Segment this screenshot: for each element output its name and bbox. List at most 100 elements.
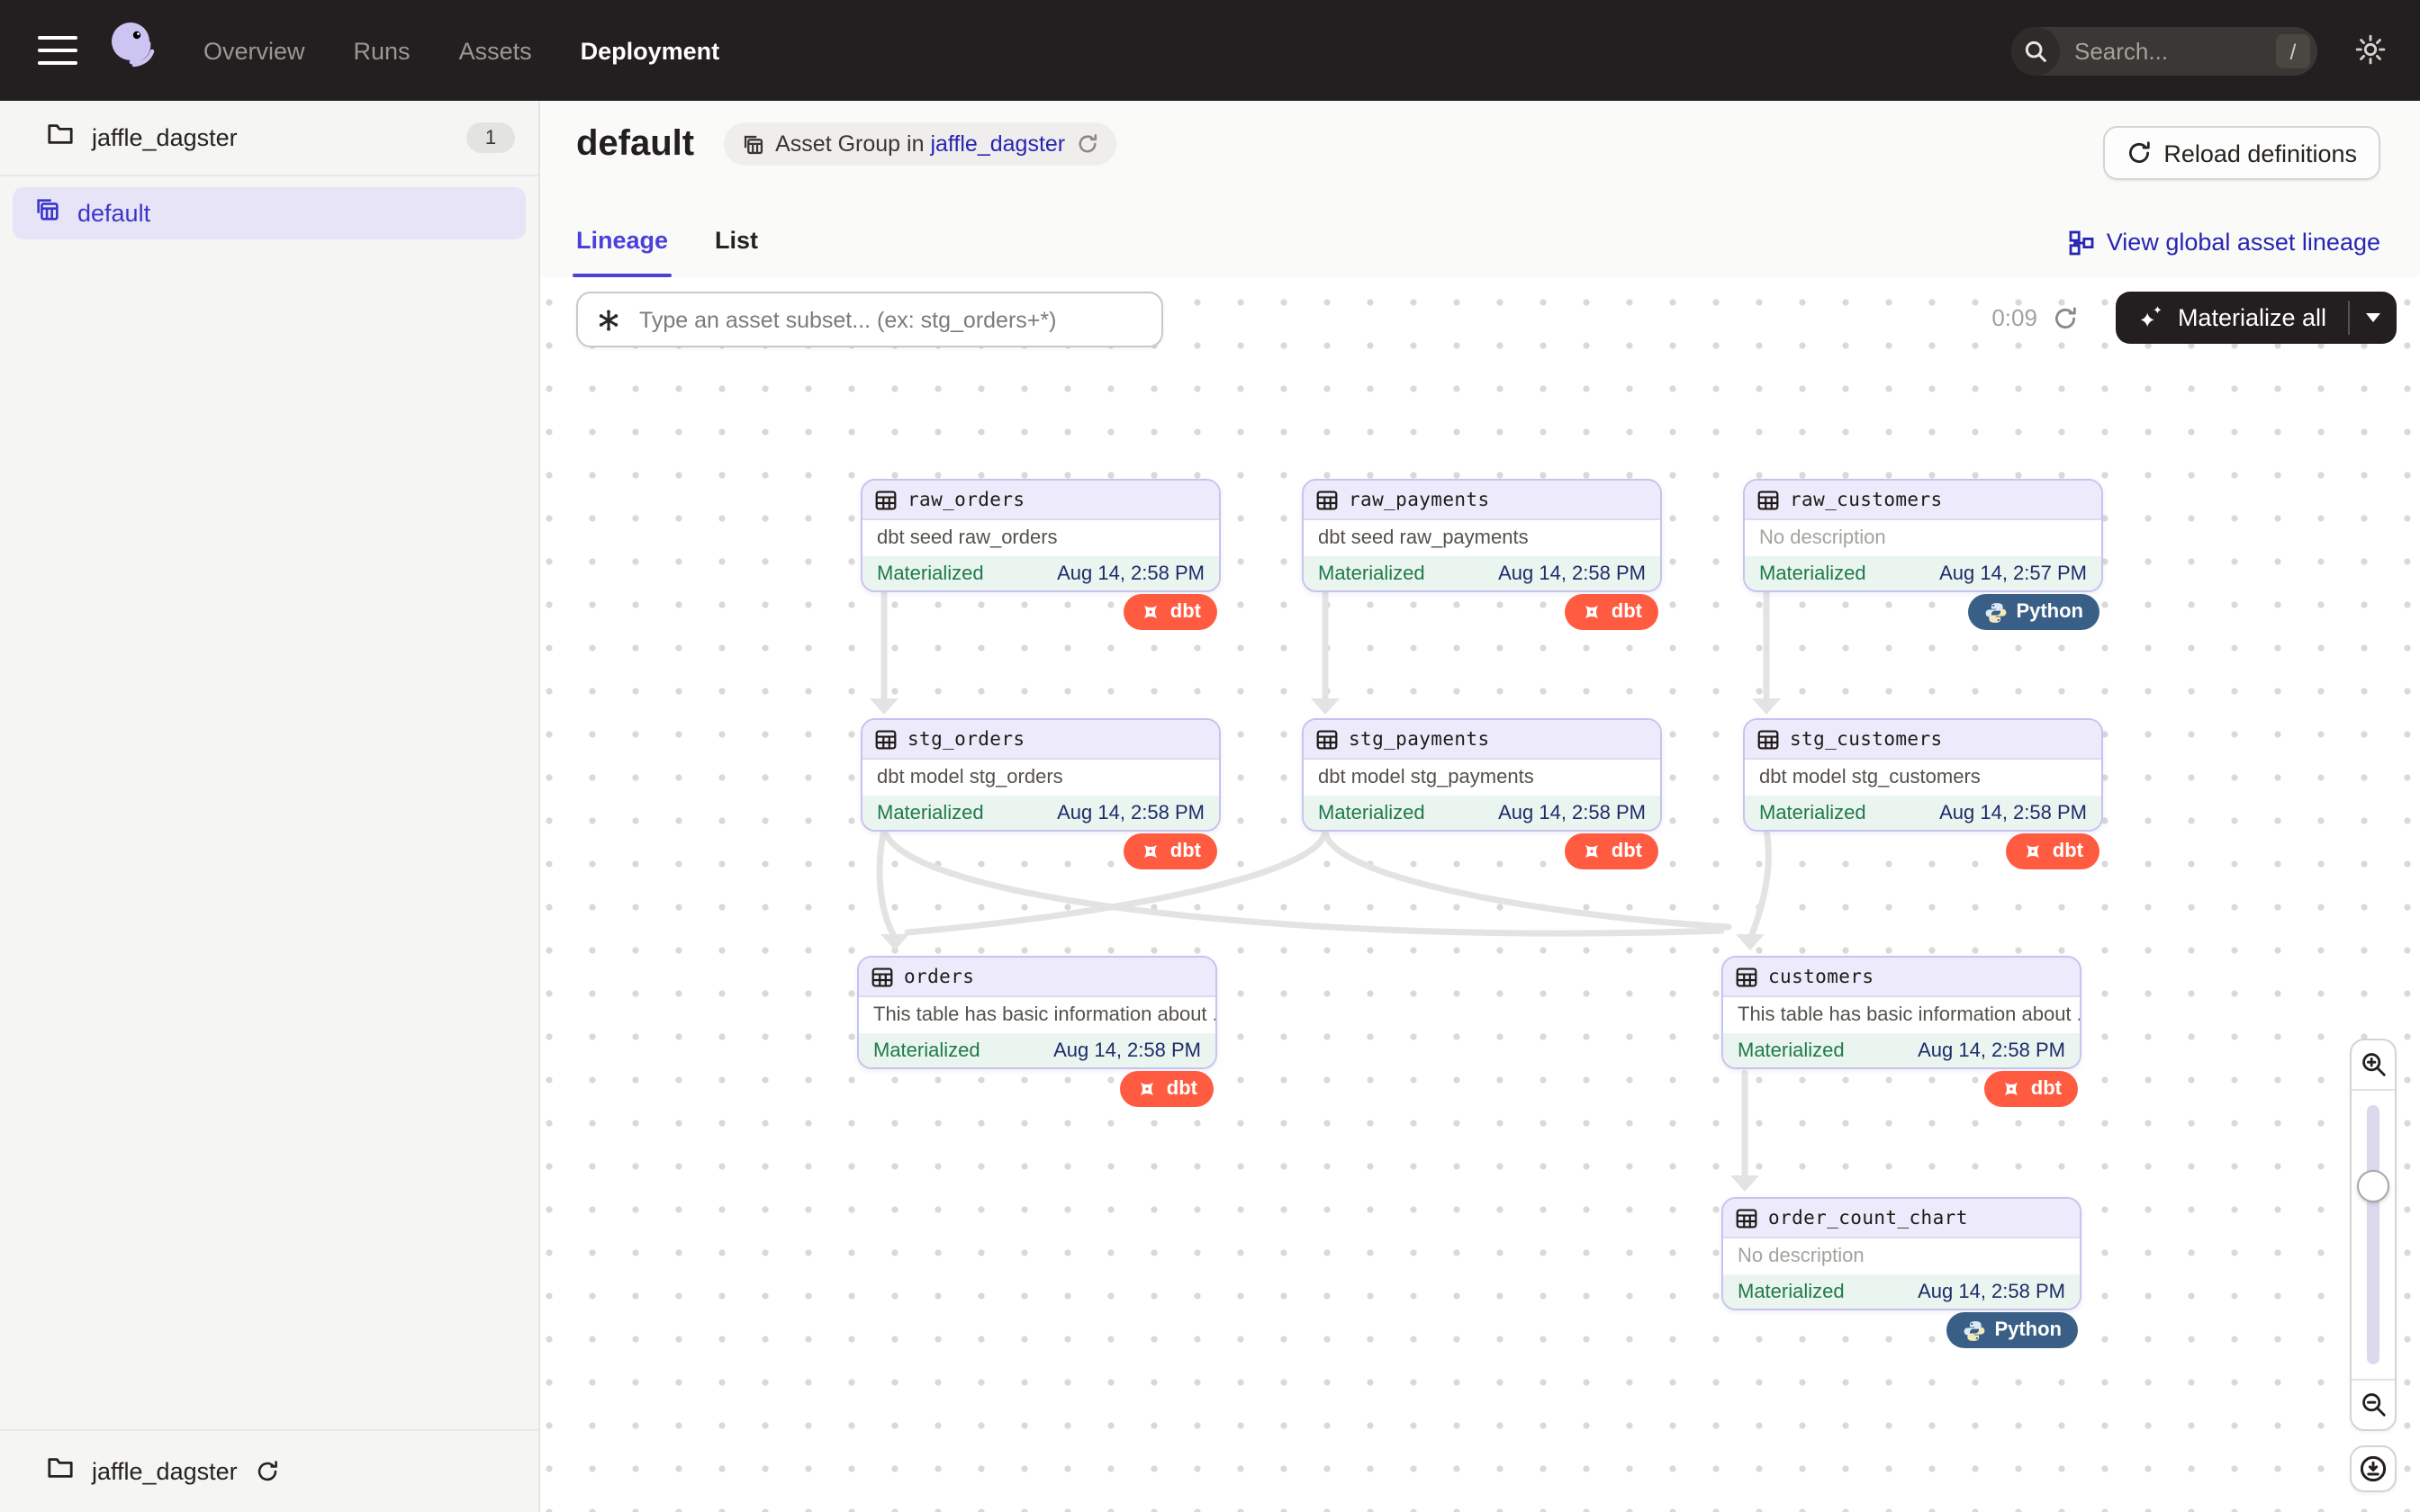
asset-status: Materialized xyxy=(873,1040,980,1061)
asset-node-raw_customers[interactable]: raw_customersNo descriptionMaterializedA… xyxy=(1743,479,2103,592)
table-icon xyxy=(1316,489,1338,510)
asset-subset-filter xyxy=(576,292,1163,347)
search-icon xyxy=(2011,27,2060,76)
sidebar-item-jaffle-dagster[interactable]: jaffle_dagster 1 xyxy=(0,101,538,176)
reload-definitions-button[interactable]: Reload definitions xyxy=(2102,126,2380,180)
dbt-logo-icon xyxy=(1140,601,1161,623)
asset-name: order_count_chart xyxy=(1768,1207,1968,1228)
tab-lineage[interactable]: Lineage xyxy=(576,227,668,277)
zoom-slider-track[interactable] xyxy=(2367,1105,2379,1364)
folder-icon xyxy=(47,120,74,156)
edge-arrowhead xyxy=(870,698,898,715)
nav-item-overview[interactable]: Overview xyxy=(203,37,305,64)
lineage-graph-pane[interactable]: raw_ordersdbt seed raw_ordersMaterialize… xyxy=(540,277,2420,1512)
sidebar-item-default[interactable]: default xyxy=(13,187,526,239)
sidebar-footer-label: jaffle_dagster xyxy=(92,1458,238,1485)
table-icon xyxy=(1757,728,1779,750)
asset-timestamp: Aug 14, 2:58 PM xyxy=(1918,1281,2065,1302)
asset-description: No description xyxy=(1745,520,2101,556)
asset-status: Materialized xyxy=(1738,1281,1845,1302)
search-shortcut-key: / xyxy=(2276,34,2310,68)
asset-description: dbt model stg_orders xyxy=(862,760,1219,796)
refresh-icon[interactable] xyxy=(1076,133,1097,155)
materialize-all-button[interactable]: Materialize all xyxy=(2117,292,2397,344)
nav-item-runs[interactable]: Runs xyxy=(354,37,411,64)
dbt-badge: dbt xyxy=(1124,594,1217,630)
zoom-slider-knob[interactable] xyxy=(2357,1170,2389,1202)
asset-description: dbt seed raw_orders xyxy=(862,520,1219,556)
edge-stg_payments-to-customers xyxy=(1325,830,1729,927)
nav-item-assets[interactable]: Assets xyxy=(459,37,532,64)
asset-name: stg_payments xyxy=(1349,728,1490,750)
table-icon xyxy=(871,966,893,987)
asset-timestamp: Aug 14, 2:58 PM xyxy=(1498,562,1646,584)
nav-item-deployment[interactable]: Deployment xyxy=(581,37,720,64)
asset-node-raw_payments[interactable]: raw_paymentsdbt seed raw_payments Materia… xyxy=(1302,479,1662,592)
dagster-logo-icon[interactable] xyxy=(103,17,160,84)
asset-timestamp: Aug 14, 2:58 PM xyxy=(1057,562,1205,584)
refresh-icon[interactable] xyxy=(2054,305,2079,330)
refresh-icon xyxy=(2126,140,2151,166)
view-global-asset-lineage-link[interactable]: View global asset lineage xyxy=(2069,229,2380,256)
asset-name: raw_customers xyxy=(1790,489,1943,510)
asset-timestamp: Aug 14, 2:58 PM xyxy=(1939,802,2087,824)
zoom-out-button[interactable] xyxy=(2352,1379,2395,1429)
edge-arrowhead xyxy=(1311,698,1340,715)
sidebar-project-label: jaffle_dagster xyxy=(92,124,466,151)
sidebar: jaffle_dagster 1 default jaffle_dagster xyxy=(0,101,540,1512)
zoom-slider[interactable] xyxy=(2352,1091,2395,1379)
dbt-badge: dbt xyxy=(1124,833,1217,869)
dbt-badge: dbt xyxy=(1565,594,1658,630)
asset-description: dbt seed raw_payments xyxy=(1304,520,1660,556)
asset-group-icon xyxy=(741,132,764,156)
sidebar-count-badge: 1 xyxy=(466,122,515,153)
asset-node-stg_payments[interactable]: stg_paymentsdbt model stg_paymentsMateri… xyxy=(1302,718,1662,832)
table-icon xyxy=(875,728,897,750)
folder-icon xyxy=(47,1454,74,1490)
dbt-badge: dbt xyxy=(1120,1071,1214,1107)
zoom-controls xyxy=(2350,1039,2397,1492)
dagster-app: Overview Runs Assets Deployment Search..… xyxy=(0,0,2420,1512)
dbt-logo-icon xyxy=(1140,841,1161,862)
edge-arrowhead xyxy=(1730,1175,1759,1192)
python-logo-icon xyxy=(1962,1318,1985,1342)
asset-subset-input[interactable] xyxy=(636,305,1161,334)
asset-timestamp: Aug 14, 2:58 PM xyxy=(1918,1040,2065,1061)
asset-timestamp: Aug 14, 2:57 PM xyxy=(1939,562,2087,584)
asset-description: No description xyxy=(1723,1238,2080,1274)
asset-timestamp: Aug 14, 2:58 PM xyxy=(1057,802,1205,824)
sparkle-icon xyxy=(2138,304,2165,331)
asset-description: dbt model stg_customers xyxy=(1745,760,2101,796)
python-badge: Python xyxy=(1967,594,2099,630)
edge-arrowhead xyxy=(880,934,909,950)
asset-group-pill: Asset Group in jaffle_dagster xyxy=(723,122,1115,166)
page-header: default Asset Group in jaffle_dagster Re… xyxy=(540,101,2420,279)
refresh-icon[interactable] xyxy=(256,1460,279,1483)
zoom-in-button[interactable] xyxy=(2352,1040,2395,1091)
asset-node-order_count_chart[interactable]: order_count_chart No description Materiali… xyxy=(1721,1197,2081,1310)
asset-name: orders xyxy=(904,966,974,987)
asset-node-raw_orders[interactable]: raw_ordersdbt seed raw_ordersMaterialize… xyxy=(861,479,1221,592)
asset-group-link[interactable]: jaffle_dagster xyxy=(930,131,1065,157)
asset-timestamp: Aug 14, 2:58 PM xyxy=(1053,1040,1201,1061)
materialize-dropdown-caret[interactable] xyxy=(2350,292,2397,344)
asset-node-customers[interactable]: customersThis table has basic informatio… xyxy=(1721,956,2081,1069)
hamburger-menu-icon[interactable] xyxy=(38,35,77,66)
asset-node-stg_orders[interactable]: stg_ordersdbt model stg_ordersMaterializ… xyxy=(861,718,1221,832)
asset-status: Materialized xyxy=(1759,802,1866,824)
global-search-input[interactable]: Search... / xyxy=(2011,27,2317,76)
lineage-icon xyxy=(2069,230,2094,255)
asset-status: Materialized xyxy=(1318,562,1425,584)
asset-node-orders[interactable]: orders This table has basic information a… xyxy=(857,956,1217,1069)
dbt-logo-icon xyxy=(1581,841,1603,862)
download-image-button[interactable] xyxy=(2350,1445,2397,1492)
settings-gear-icon[interactable] xyxy=(2353,32,2388,76)
tab-list[interactable]: List xyxy=(715,227,758,277)
asset-node-stg_customers[interactable]: stg_customersdbt model stg_customersMate… xyxy=(1743,718,2103,832)
asset-description: This table has basic information about .… xyxy=(859,997,1215,1033)
dbt-logo-icon xyxy=(1136,1078,1158,1100)
asset-status: Materialized xyxy=(877,562,984,584)
edge-stg_customers-to-customers xyxy=(1752,830,1768,934)
asset-group-icon xyxy=(34,195,61,231)
asset-name: raw_payments xyxy=(1349,489,1490,510)
